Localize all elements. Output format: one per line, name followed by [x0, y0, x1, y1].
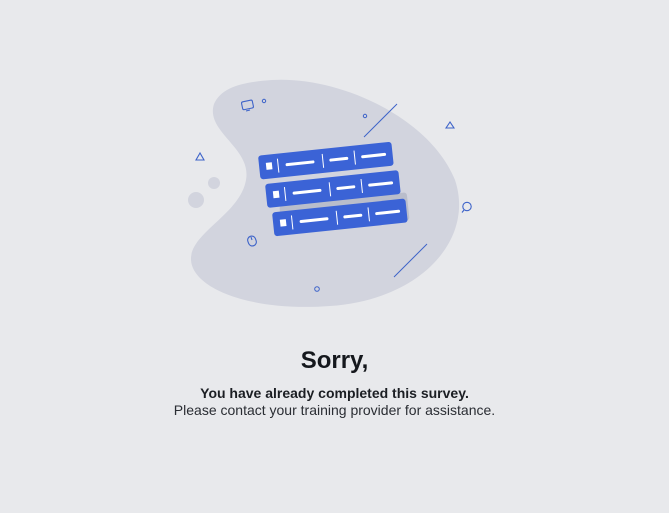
- chat-bubble-icon: [461, 201, 472, 213]
- message-block: Sorry, You have already completed this s…: [0, 345, 669, 419]
- triangle-icon: [444, 121, 456, 129]
- completed-message: You have already completed this survey.: [200, 385, 469, 401]
- decorative-dot-small: [208, 177, 220, 189]
- server-stack-icon: [258, 141, 410, 237]
- error-illustration: [188, 79, 472, 307]
- decorative-dot-large: [188, 192, 204, 208]
- survey-completed-page: Sorry, You have already completed this s…: [0, 0, 669, 513]
- triangle-icon: [195, 151, 205, 161]
- page-title: Sorry,: [300, 347, 369, 374]
- assistance-message: Please contact your training provider fo…: [173, 402, 496, 418]
